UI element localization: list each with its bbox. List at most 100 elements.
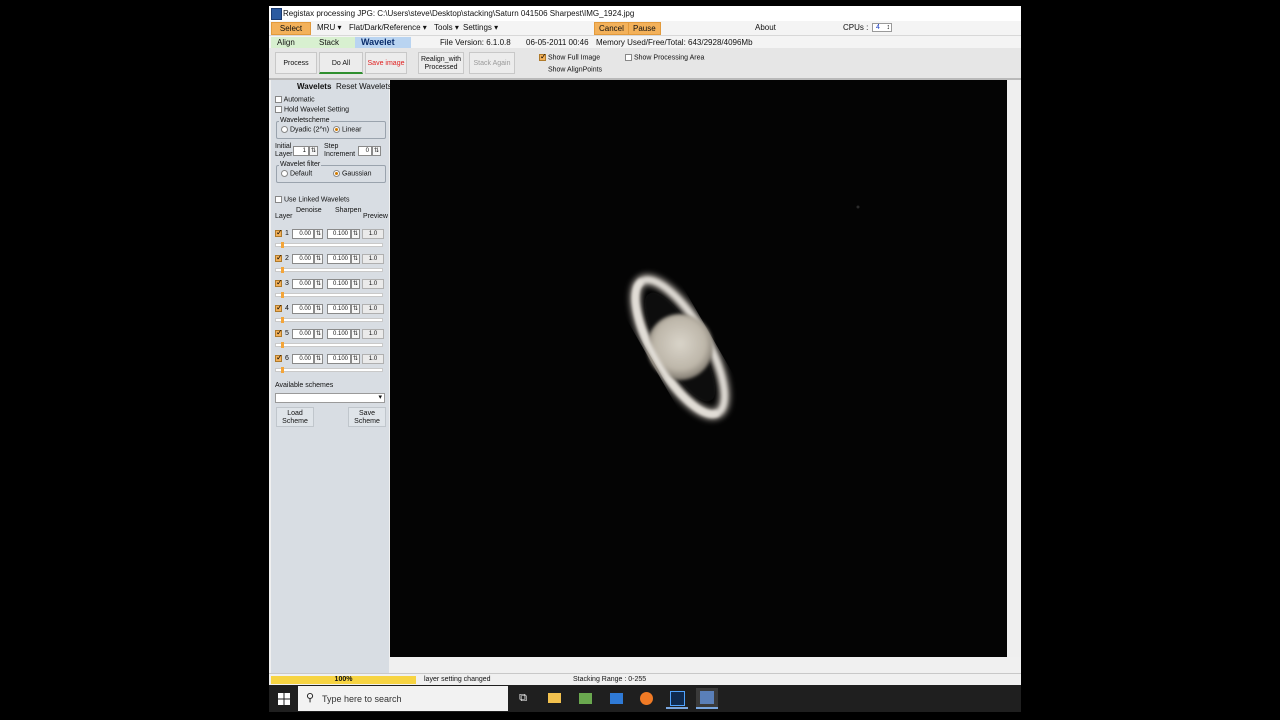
- dyadic-radio[interactable]: [281, 126, 288, 133]
- show-processing-area-option[interactable]: Show Processing Area: [625, 54, 704, 61]
- layer-6-slider-thumb[interactable]: [281, 367, 284, 373]
- dyadic-option[interactable]: Dyadic (2^n): [281, 126, 329, 133]
- layer-3-slider-thumb[interactable]: [281, 292, 284, 298]
- linear-radio[interactable]: [333, 126, 340, 133]
- layer-6-sharpen-input[interactable]: 0.100: [327, 354, 351, 364]
- layer-2-denoise-input[interactable]: 0.00: [292, 254, 314, 264]
- layer-2-sharpen-input[interactable]: 0.100: [327, 254, 351, 264]
- pause-button[interactable]: Pause: [628, 22, 661, 35]
- hold-wavelet-option[interactable]: Hold Wavelet Setting: [275, 106, 349, 113]
- mail-app-icon[interactable]: [605, 688, 627, 709]
- gaussian-filter-radio[interactable]: [333, 170, 340, 177]
- layer-3-denoise-input[interactable]: 0.00: [292, 279, 314, 289]
- cpus-select[interactable]: 4 ↕: [872, 23, 892, 32]
- layer-2-sharpen-spinner[interactable]: ⇅: [351, 254, 360, 264]
- layer-1-sharpen-input[interactable]: 0.100: [327, 229, 351, 239]
- initial-layer-input[interactable]: 1: [293, 146, 309, 156]
- stack-again-button[interactable]: Stack Again: [469, 52, 515, 74]
- layer-2-denoise-spinner[interactable]: ⇅: [314, 254, 323, 264]
- do-all-button[interactable]: Do All: [319, 52, 363, 74]
- layer-6-denoise-input[interactable]: 0.00: [292, 354, 314, 364]
- layer-3-sharpen-spinner[interactable]: ⇅: [351, 279, 360, 289]
- layer-6-sharpen-spinner[interactable]: ⇅: [351, 354, 360, 364]
- layer-4-denoise-input[interactable]: 0.00: [292, 304, 314, 314]
- layer-2-slider[interactable]: [275, 268, 383, 272]
- layer-5-sharpen-input[interactable]: 0.100: [327, 329, 351, 339]
- load-scheme-button[interactable]: Load Scheme: [276, 407, 314, 427]
- layer-6-preview-button[interactable]: 1.0: [362, 354, 384, 364]
- layer-3-checkbox[interactable]: [275, 278, 283, 287]
- taskbar-search-box[interactable]: ⚲ Type here to search: [298, 686, 508, 711]
- layer-1-slider[interactable]: [275, 243, 383, 247]
- layer-1-slider-thumb[interactable]: [281, 242, 284, 248]
- layer-4-preview-button[interactable]: 1.0: [362, 304, 384, 314]
- automatic-checkbox[interactable]: [275, 96, 282, 103]
- layer-5-preview-button[interactable]: 1.0: [362, 329, 384, 339]
- layer-4-slider[interactable]: [275, 318, 383, 322]
- automatic-option[interactable]: Automatic: [275, 96, 315, 103]
- layer-4-checkbox[interactable]: [275, 303, 283, 312]
- select-button[interactable]: Select: [271, 22, 311, 35]
- default-filter-option[interactable]: Default: [281, 170, 312, 177]
- default-filter-radio[interactable]: [281, 170, 288, 177]
- layer-5-slider-thumb[interactable]: [281, 342, 284, 348]
- layer-5-denoise-spinner[interactable]: ⇅: [314, 329, 323, 339]
- use-linked-option[interactable]: Use Linked Wavelets: [275, 196, 349, 203]
- layer-5-slider[interactable]: [275, 343, 383, 347]
- layer-3-slider[interactable]: [275, 293, 383, 297]
- image-viewport[interactable]: [390, 80, 1007, 657]
- layer-1-preview-button[interactable]: 1.0: [362, 229, 384, 239]
- initial-layer-spinner[interactable]: ⇅: [309, 146, 318, 156]
- hold-wavelet-checkbox[interactable]: [275, 106, 282, 113]
- show-processing-area-checkbox[interactable]: [625, 54, 632, 61]
- layer-1-denoise-spinner[interactable]: ⇅: [314, 229, 323, 239]
- file-explorer-icon[interactable]: [543, 688, 565, 709]
- layer-4-denoise-spinner[interactable]: ⇅: [314, 304, 323, 314]
- tab-wavelet[interactable]: Wavelet: [355, 37, 411, 48]
- layer-6-denoise-spinner[interactable]: ⇅: [314, 354, 323, 364]
- photos-app-icon[interactable]: [574, 688, 596, 709]
- layer-3-preview-button[interactable]: 1.0: [362, 279, 384, 289]
- save-image-button[interactable]: Save image: [365, 52, 407, 74]
- menu-settings[interactable]: Settings ▾: [463, 23, 498, 32]
- firefox-icon[interactable]: [635, 688, 657, 709]
- layer-4-slider-thumb[interactable]: [281, 317, 284, 323]
- linear-option[interactable]: Linear: [333, 126, 361, 133]
- available-schemes-select[interactable]: [275, 393, 385, 403]
- layer-5-sharpen-spinner[interactable]: ⇅: [351, 329, 360, 339]
- show-full-image-option[interactable]: Show Full Image: [539, 52, 600, 61]
- save-scheme-button[interactable]: Save Scheme: [348, 407, 386, 427]
- tab-align[interactable]: Align: [271, 37, 317, 48]
- menu-about[interactable]: About: [755, 23, 776, 32]
- reset-wavelets-button[interactable]: Reset Wavelets: [336, 82, 392, 91]
- layer-1-checkbox[interactable]: [275, 228, 283, 237]
- step-increment-input[interactable]: 0: [358, 146, 372, 156]
- show-alignpoints-option[interactable]: Show AlignPoints: [539, 66, 602, 73]
- layer-2-checkbox[interactable]: [275, 253, 283, 262]
- layer-4-sharpen-spinner[interactable]: ⇅: [351, 304, 360, 314]
- layer-5-checkbox[interactable]: [275, 328, 283, 337]
- registax-taskbar-icon[interactable]: [696, 688, 718, 709]
- cancel-button[interactable]: Cancel: [594, 22, 629, 35]
- task-view-icon[interactable]: ⧉: [512, 688, 534, 709]
- layer-1-denoise-input[interactable]: 0.00: [292, 229, 314, 239]
- image-vertical-scrollbar[interactable]: [1007, 80, 1021, 657]
- layer-1-sharpen-spinner[interactable]: ⇅: [351, 229, 360, 239]
- menu-flat-dark-reference[interactable]: Flat/Dark/Reference ▾: [349, 23, 427, 32]
- layer-6-checkbox[interactable]: [275, 353, 283, 362]
- layer-2-slider-thumb[interactable]: [281, 267, 284, 273]
- menu-mru[interactable]: MRU ▾: [317, 23, 341, 32]
- layer-3-sharpen-input[interactable]: 0.100: [327, 279, 351, 289]
- layer-4-sharpen-input[interactable]: 0.100: [327, 304, 351, 314]
- process-button[interactable]: Process: [275, 52, 317, 74]
- layer-3-denoise-spinner[interactable]: ⇅: [314, 279, 323, 289]
- layer-2-preview-button[interactable]: 1.0: [362, 254, 384, 264]
- use-linked-checkbox[interactable]: [275, 196, 282, 203]
- layer-5-denoise-input[interactable]: 0.00: [292, 329, 314, 339]
- menu-tools[interactable]: Tools ▾: [434, 23, 459, 32]
- realign-with-processed-button[interactable]: Realign_with Processed: [418, 52, 464, 74]
- tab-stack[interactable]: Stack: [313, 37, 359, 48]
- gaussian-filter-option[interactable]: Gaussian: [333, 170, 372, 177]
- windows-start-icon[interactable]: [273, 688, 295, 709]
- photoshop-icon[interactable]: [666, 688, 688, 709]
